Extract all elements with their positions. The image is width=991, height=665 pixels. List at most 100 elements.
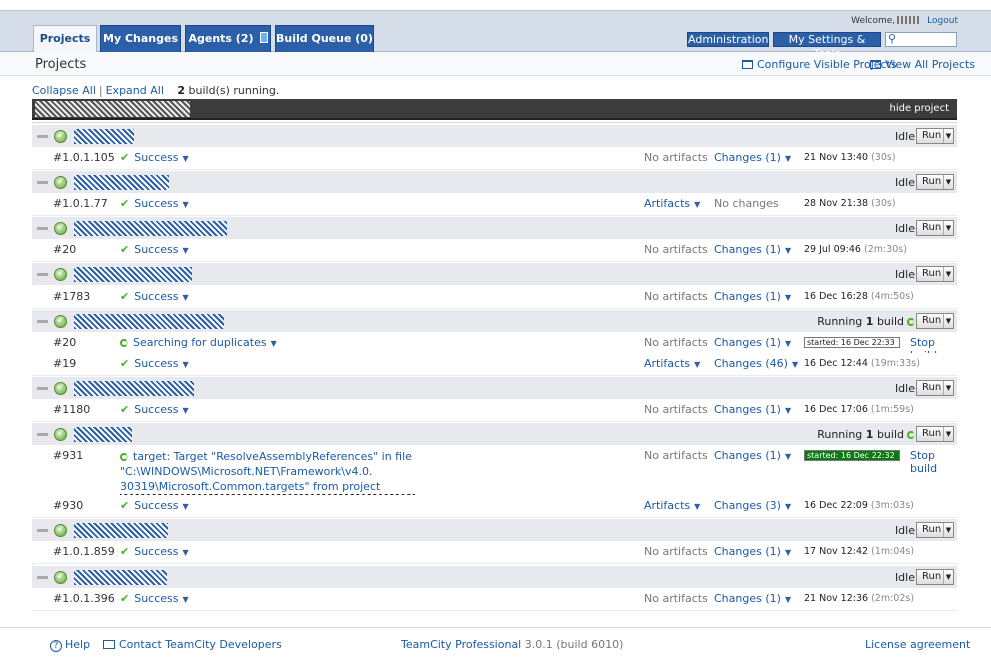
build-number[interactable]: #1.0.1.105 — [53, 151, 115, 164]
changes-link[interactable]: Changes (1) ▼ — [714, 243, 791, 256]
build-number[interactable]: #1.0.1.396 — [53, 592, 115, 605]
changes-link[interactable]: Changes (1) ▼ — [714, 592, 791, 605]
search-input[interactable]: ⚲ — [885, 32, 957, 47]
chevron-down-icon[interactable]: ▼ — [183, 406, 189, 415]
run-button[interactable]: Run ▼ — [916, 569, 954, 585]
chevron-down-icon[interactable]: ▼ — [694, 502, 700, 511]
chevron-down-icon[interactable]: ▼ — [943, 314, 953, 328]
build-result-link[interactable]: Searching for duplicates — [133, 336, 267, 349]
chevron-down-icon[interactable]: ▼ — [183, 154, 189, 163]
contact-link[interactable]: Contact TeamCity Developers — [103, 638, 282, 651]
build-result-link[interactable]: Success — [134, 243, 178, 256]
chevron-down-icon[interactable]: ▼ — [183, 200, 189, 209]
help-link[interactable]: ? Help — [50, 638, 90, 652]
config-name-redacted[interactable] — [74, 221, 227, 236]
build-number[interactable]: #1.0.1.859 — [53, 545, 115, 558]
run-button[interactable]: Run ▼ — [916, 426, 954, 442]
product-link[interactable]: TeamCity Professional — [401, 638, 521, 651]
collapse-icon[interactable] — [37, 529, 48, 532]
chevron-down-icon[interactable]: ▼ — [694, 200, 700, 209]
tab-my-changes[interactable]: My Changes — [100, 25, 181, 52]
build-number[interactable]: #20 — [53, 243, 76, 256]
my-settings-button[interactable]: My Settings & Tools — [773, 32, 881, 60]
artifacts-link[interactable]: Artifacts ▼ — [644, 197, 700, 210]
chevron-down-icon[interactable]: ▼ — [183, 360, 189, 369]
tab-agents[interactable]: Agents (2) — [185, 25, 271, 52]
administration-button[interactable]: Administration — [687, 32, 769, 47]
chevron-down-icon[interactable]: ▼ — [943, 570, 953, 584]
build-number[interactable]: #1180 — [53, 403, 90, 416]
chevron-down-icon[interactable]: ▼ — [183, 595, 189, 604]
changes-link[interactable]: Changes (1) ▼ — [714, 290, 791, 303]
build-number[interactable]: #1783 — [53, 290, 90, 303]
chevron-down-icon[interactable]: ▼ — [792, 360, 798, 369]
config-name-redacted[interactable] — [74, 314, 224, 329]
chevron-down-icon[interactable]: ▼ — [943, 427, 953, 441]
chevron-down-icon[interactable]: ▼ — [785, 595, 791, 604]
chevron-down-icon[interactable]: ▼ — [785, 548, 791, 557]
build-result-link[interactable]: Success — [134, 403, 178, 416]
build-number[interactable]: #930 — [53, 499, 83, 512]
config-name-redacted[interactable] — [74, 427, 132, 442]
build-result-link[interactable]: Success — [134, 499, 178, 512]
tab-projects[interactable]: Projects — [33, 25, 97, 53]
collapse-icon[interactable] — [37, 227, 48, 230]
view-all-projects-link[interactable]: View All Projects — [870, 58, 975, 71]
run-button[interactable]: Run ▼ — [916, 380, 954, 396]
collapse-icon[interactable] — [37, 320, 48, 323]
config-name-redacted[interactable] — [74, 523, 168, 538]
chevron-down-icon[interactable]: ▼ — [943, 129, 953, 143]
run-button[interactable]: Run ▼ — [916, 266, 954, 282]
config-name-redacted[interactable] — [74, 381, 194, 396]
chevron-down-icon[interactable]: ▼ — [785, 406, 791, 415]
build-number[interactable]: #19 — [53, 357, 76, 370]
changes-link[interactable]: Changes (3) ▼ — [714, 499, 791, 512]
config-name-redacted[interactable] — [74, 129, 134, 144]
chevron-down-icon[interactable]: ▼ — [694, 360, 700, 369]
chevron-down-icon[interactable]: ▼ — [183, 502, 189, 511]
collapse-icon[interactable] — [37, 576, 48, 579]
chevron-down-icon[interactable]: ▼ — [785, 339, 791, 348]
run-button[interactable]: Run ▼ — [916, 522, 954, 538]
hide-project-link[interactable]: hide project — [889, 103, 949, 114]
chevron-down-icon[interactable]: ▼ — [785, 246, 791, 255]
changes-link[interactable]: Changes (1) ▼ — [714, 151, 791, 164]
chevron-down-icon[interactable]: ▼ — [785, 452, 791, 461]
collapse-icon[interactable] — [37, 433, 48, 436]
build-result-link[interactable]: Success — [134, 592, 178, 605]
chevron-down-icon[interactable]: ▼ — [943, 175, 953, 189]
collapse-icon[interactable] — [37, 387, 48, 390]
config-name-redacted[interactable] — [74, 570, 167, 585]
chevron-down-icon[interactable]: ▼ — [271, 339, 277, 348]
collapse-all-link[interactable]: Collapse All — [32, 84, 96, 97]
chevron-down-icon[interactable]: ▼ — [183, 548, 189, 557]
collapse-icon[interactable] — [37, 181, 48, 184]
collapse-icon[interactable] — [37, 135, 48, 138]
chevron-down-icon[interactable]: ▼ — [943, 221, 953, 235]
stop-build-link[interactable]: Stop build — [910, 449, 957, 475]
project-name-redacted[interactable] — [35, 101, 190, 117]
build-result-link[interactable]: Success — [134, 197, 178, 210]
build-result-link[interactable]: Success — [134, 545, 178, 558]
run-button[interactable]: Run ▼ — [916, 128, 954, 144]
config-name-redacted[interactable] — [74, 175, 169, 190]
chevron-down-icon[interactable]: ▼ — [943, 523, 953, 537]
changes-link[interactable]: Changes (46) ▼ — [714, 357, 798, 370]
build-number[interactable]: #1.0.1.77 — [53, 197, 108, 210]
artifacts-link[interactable]: Artifacts ▼ — [644, 499, 700, 512]
build-number[interactable]: #931 — [53, 449, 83, 462]
chevron-down-icon[interactable]: ▼ — [183, 293, 189, 302]
changes-link[interactable]: Changes (1) ▼ — [714, 403, 791, 416]
build-result-link[interactable]: Success — [134, 357, 178, 370]
chevron-down-icon[interactable]: ▼ — [785, 502, 791, 511]
artifacts-link[interactable]: Artifacts ▼ — [644, 357, 700, 370]
run-button[interactable]: Run ▼ — [916, 174, 954, 190]
logout-link[interactable]: Logout — [927, 16, 958, 26]
changes-link[interactable]: Changes (1) ▼ — [714, 545, 791, 558]
chevron-down-icon[interactable]: ▼ — [943, 267, 953, 281]
config-name-redacted[interactable] — [74, 267, 192, 282]
run-button[interactable]: Run ▼ — [916, 220, 954, 236]
build-result-link[interactable]: Success — [134, 290, 178, 303]
run-button[interactable]: Run ▼ — [916, 313, 954, 329]
expand-all-link[interactable]: Expand All — [106, 84, 164, 97]
